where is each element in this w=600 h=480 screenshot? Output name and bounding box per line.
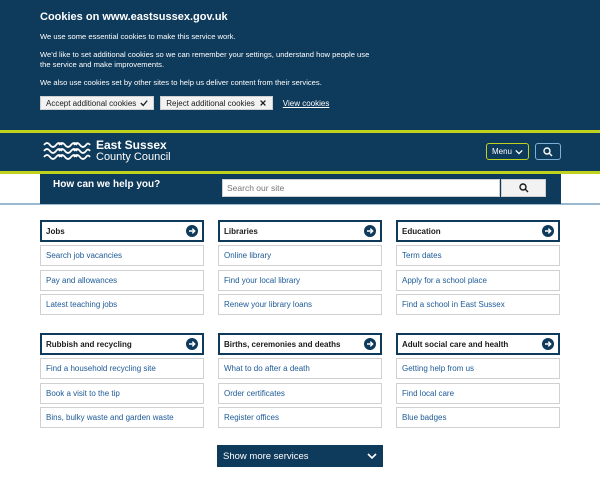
cookie-actions: Accept additional cookies Reject additio…: [40, 96, 560, 110]
service-link[interactable]: Order certificates: [218, 383, 382, 404]
service-link[interactable]: Getting help from us: [396, 358, 560, 379]
reject-cookies-label: Reject additional cookies: [166, 98, 255, 108]
chevron-down-icon: [367, 453, 377, 460]
logo-line1: East Sussex: [96, 138, 167, 152]
service-link[interactable]: Book a visit to the tip: [40, 383, 204, 404]
service-heading-libraries[interactable]: Libraries: [218, 220, 382, 242]
arrow-right-icon: [364, 225, 376, 237]
view-cookies-link[interactable]: View cookies: [283, 99, 330, 108]
cookie-text-additional: We'd like to set additional cookies so w…: [40, 50, 370, 69]
service-link[interactable]: Find a household recycling site: [40, 358, 204, 379]
arrow-right-icon: [186, 225, 198, 237]
cookie-title: Cookies on www.eastsussex.gov.uk: [40, 11, 228, 23]
search-icon: [543, 146, 553, 156]
cookie-text-thirdparty: We also use cookies set by other sites t…: [40, 78, 322, 87]
arrow-right-icon: [542, 338, 554, 350]
service-link[interactable]: Apply for a school place: [396, 270, 560, 291]
service-link[interactable]: Bins, bulky waste and garden waste: [40, 407, 204, 428]
service-link[interactable]: Pay and allowances: [40, 270, 204, 291]
service-link[interactable]: Find local care: [396, 383, 560, 404]
service-link[interactable]: Renew your library loans: [218, 294, 382, 315]
search-icon: [518, 183, 528, 193]
service-heading-rubbish[interactable]: Rubbish and recycling: [40, 333, 204, 355]
accept-cookies-button[interactable]: Accept additional cookies: [40, 96, 155, 110]
menu-button[interactable]: Menu: [486, 143, 529, 160]
cookie-text-essential: We use some essential cookies to make th…: [40, 32, 236, 41]
help-search-bar: How can we help you?: [40, 174, 561, 204]
service-heading-adult-care[interactable]: Adult social care and health: [396, 333, 560, 355]
search-input[interactable]: [222, 179, 500, 197]
service-link[interactable]: Blue badges: [396, 407, 560, 428]
arrow-right-icon: [186, 338, 198, 350]
service-title: Education: [402, 226, 441, 236]
logo-waves-icon: [43, 142, 91, 160]
logo-line2: County Council: [96, 151, 171, 163]
check-icon: [140, 100, 148, 107]
service-link[interactable]: Search job vacancies: [40, 245, 204, 266]
reject-cookies-button[interactable]: Reject additional cookies: [160, 96, 273, 110]
service-heading-jobs[interactable]: Jobs: [40, 220, 204, 242]
cookie-banner: Cookies on www.eastsussex.gov.uk We use …: [0, 0, 600, 130]
service-heading-education[interactable]: Education: [396, 220, 560, 242]
service-link[interactable]: Latest teaching jobs: [40, 294, 204, 315]
service-title: Adult social care and health: [402, 339, 509, 349]
show-more-label: Show more services: [223, 450, 309, 462]
service-title: Rubbish and recycling: [46, 339, 132, 349]
close-icon: [259, 100, 266, 106]
menu-label: Menu: [491, 147, 512, 156]
arrow-right-icon: [542, 225, 554, 237]
service-link[interactable]: Term dates: [396, 245, 560, 266]
logo-text: East Sussex County Council: [96, 139, 171, 163]
search-submit-button[interactable]: [501, 179, 546, 197]
service-title: Libraries: [224, 226, 258, 236]
chevron-down-icon: [515, 149, 523, 155]
service-link[interactable]: Register offices: [218, 407, 382, 428]
site-logo[interactable]: East Sussex County Council: [43, 139, 171, 163]
service-link[interactable]: Find your local library: [218, 270, 382, 291]
accept-cookies-label: Accept additional cookies: [46, 98, 137, 108]
service-title: Births, ceremonies and deaths: [224, 339, 341, 349]
service-title: Jobs: [46, 226, 65, 236]
service-heading-births[interactable]: Births, ceremonies and deaths: [218, 333, 382, 355]
header-search-button[interactable]: [535, 143, 561, 160]
service-link[interactable]: Online library: [218, 245, 382, 266]
service-link[interactable]: What to do after a death: [218, 358, 382, 379]
service-link[interactable]: Find a school in East Sussex: [396, 294, 560, 315]
help-title: How can we help you?: [53, 179, 161, 190]
arrow-right-icon: [364, 338, 376, 350]
show-more-services-button[interactable]: Show more services: [217, 445, 383, 467]
